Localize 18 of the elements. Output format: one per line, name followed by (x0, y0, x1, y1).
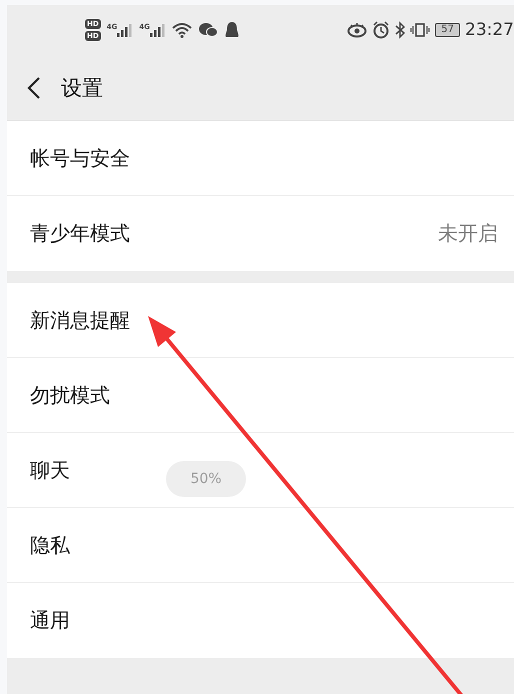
battery-icon: 57 (435, 23, 460, 37)
page-title: 设置 (61, 74, 103, 102)
signal-icon (117, 23, 134, 37)
settings-item[interactable]: 勿扰模式 (7, 358, 514, 433)
settings-item[interactable]: 青少年模式 未开启 (7, 196, 514, 271)
back-icon (27, 76, 41, 98)
alarm-clock-icon (372, 21, 390, 39)
chat-bubbles-icon (198, 22, 218, 38)
bluetooth-icon (395, 21, 406, 39)
vibrate-icon (410, 22, 430, 38)
settings-item[interactable]: 通用 (7, 583, 514, 658)
zoom-toast: 50% (166, 461, 246, 497)
eye-icon (347, 22, 368, 38)
signal-icon (150, 23, 166, 37)
settings-item[interactable]: 隐私 (7, 508, 514, 583)
wifi-icon (172, 22, 192, 38)
status-time: 23:27 (465, 20, 514, 40)
settings-item[interactable]: 帐号与安全 (7, 121, 514, 196)
